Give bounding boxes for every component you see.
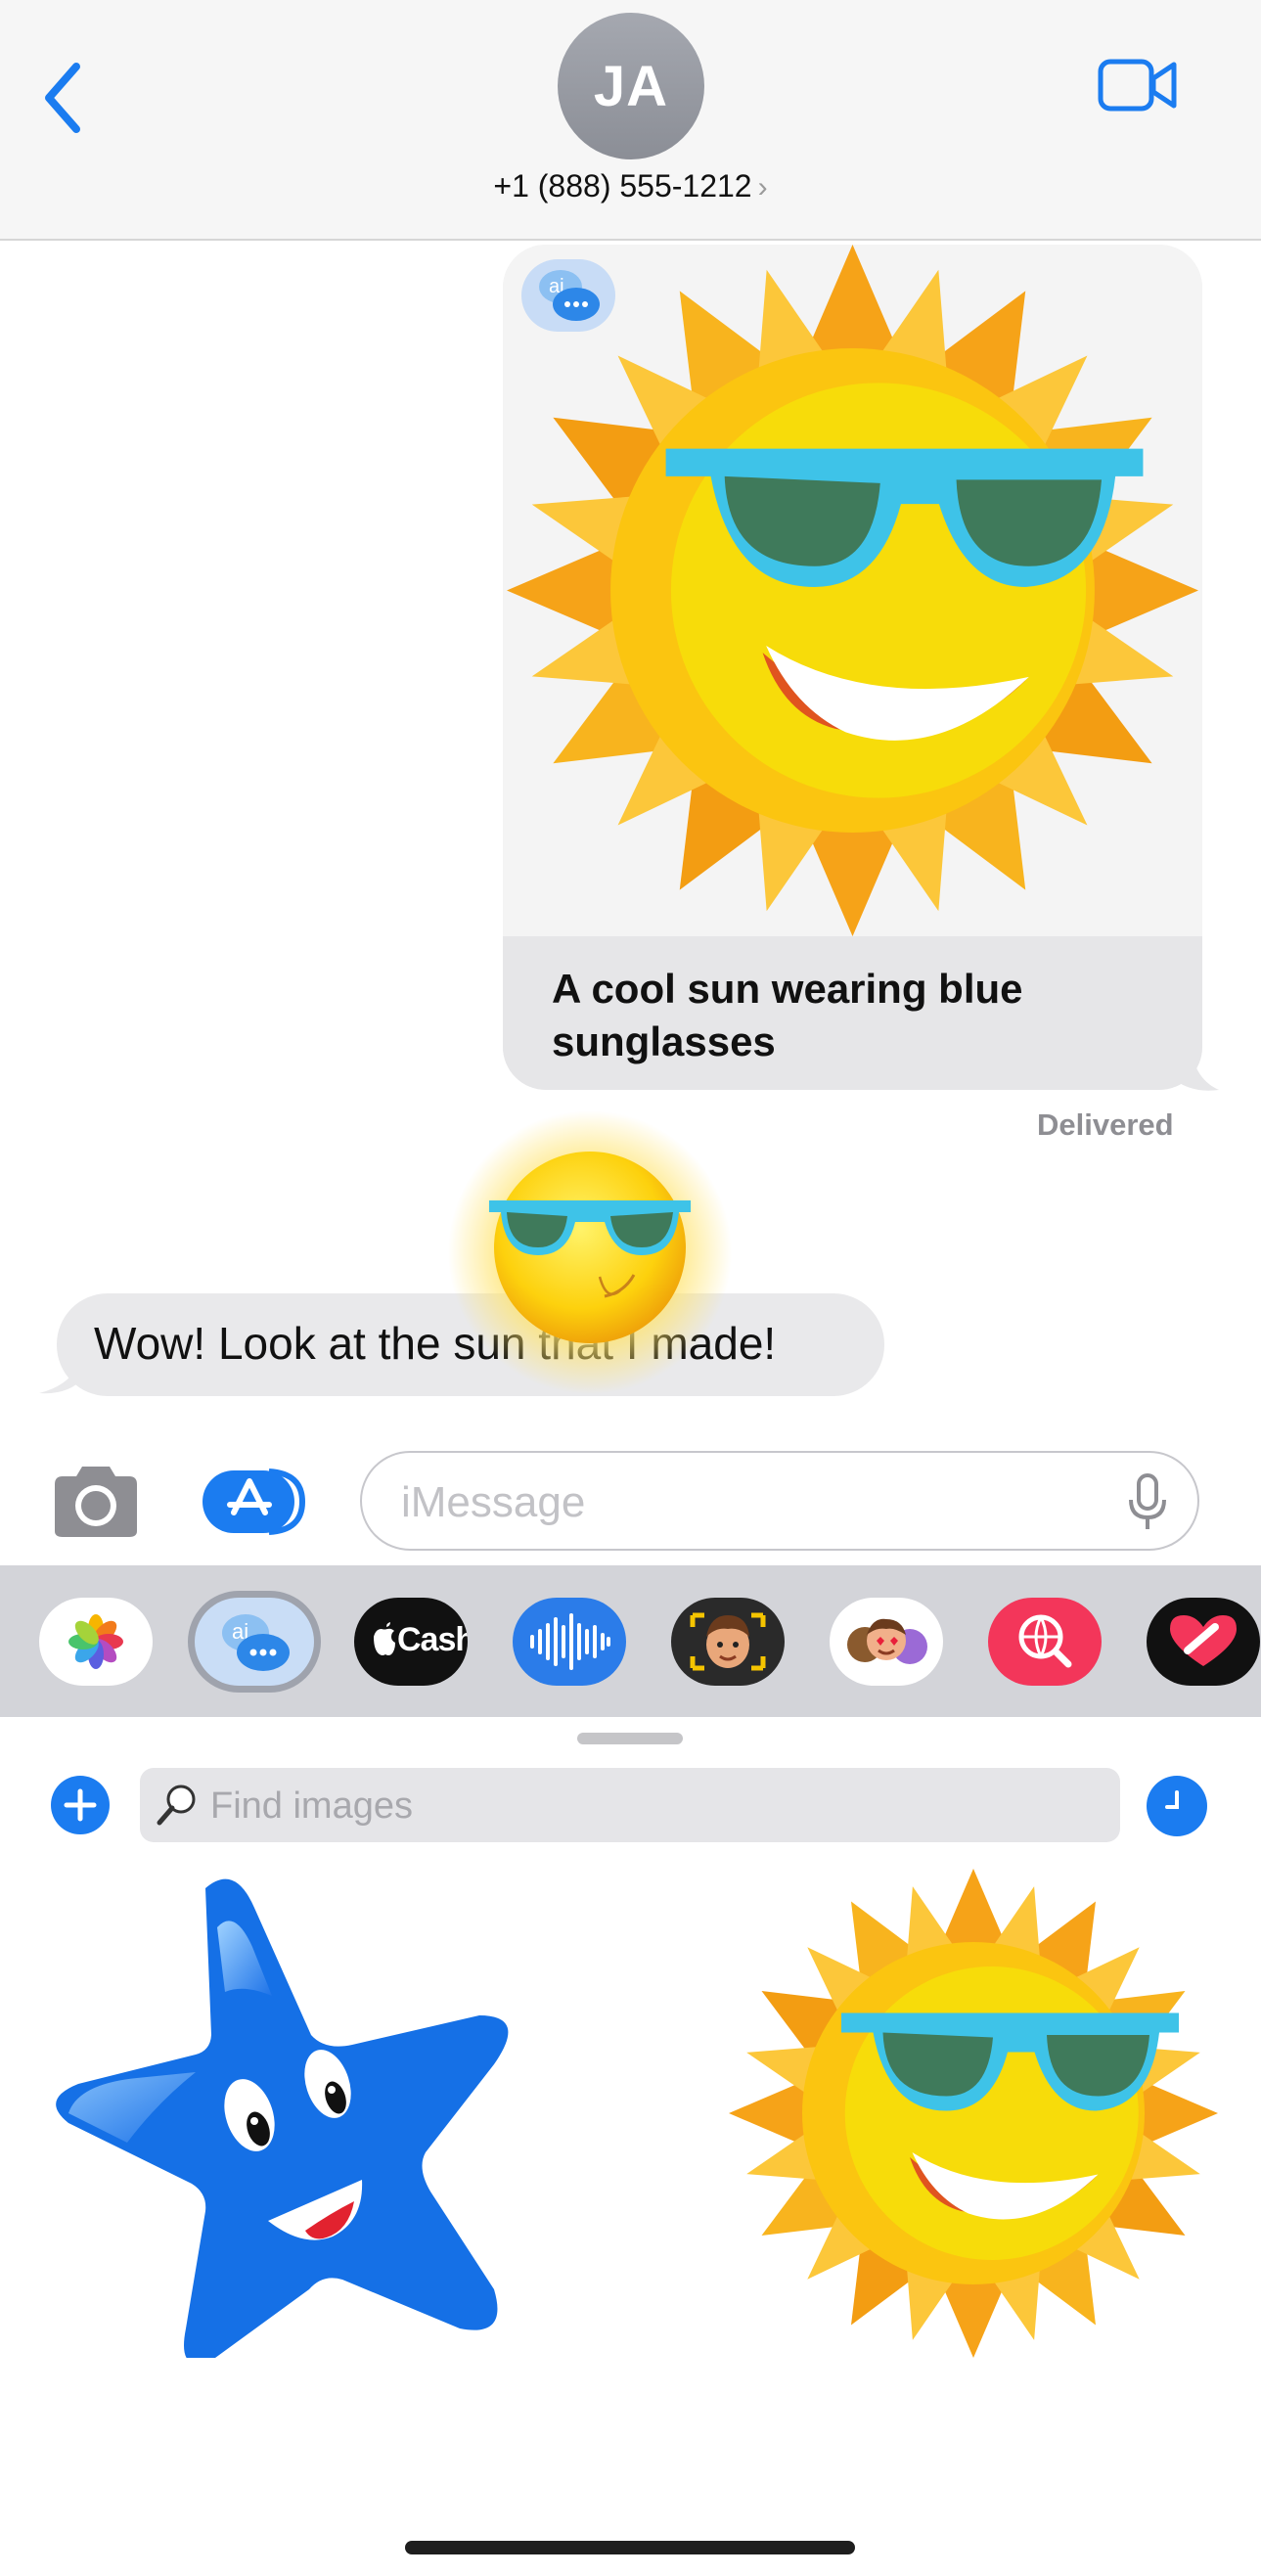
app-drawer: ai Cash xyxy=(0,1565,1261,1717)
video-camera-icon[interactable] xyxy=(1098,57,1178,113)
ai-chat-icon[interactable]: ai xyxy=(188,1591,321,1693)
audio-waveform-icon[interactable] xyxy=(513,1598,626,1686)
find-images-input[interactable] xyxy=(208,1778,1093,1834)
microphone-icon[interactable] xyxy=(1125,1472,1170,1533)
clock-icon[interactable] xyxy=(1147,1776,1207,1836)
ai-chat-icon: ai xyxy=(521,259,615,332)
heart-icon[interactable] xyxy=(1147,1598,1260,1686)
search-icon xyxy=(157,1785,196,1826)
plus-icon[interactable] xyxy=(51,1776,110,1834)
image-caption-box: A cool sun wearing blue sunglasses xyxy=(503,936,1202,1090)
photos-icon[interactable] xyxy=(39,1598,153,1686)
sun-sunglasses-sticker[interactable] xyxy=(729,1869,1218,2358)
delivery-status: Delivered xyxy=(1037,1107,1174,1142)
sent-image-message[interactable]: A cool sun wearing blue sunglasses xyxy=(503,245,1202,1090)
cash-label: Cash xyxy=(397,1621,468,1658)
sun-sunglasses-image xyxy=(503,245,1202,936)
sun-sticker-icon[interactable] xyxy=(438,1110,742,1414)
camera-icon[interactable] xyxy=(49,1463,143,1541)
avatar[interactable]: JA xyxy=(558,13,704,159)
message-input[interactable] xyxy=(399,1474,1088,1531)
bubble-tail xyxy=(1170,1037,1219,1091)
sheet-grabber[interactable] xyxy=(577,1733,683,1744)
memoji-icon[interactable] xyxy=(671,1598,785,1686)
globe-search-icon[interactable] xyxy=(988,1598,1102,1686)
chevron-left-icon[interactable] xyxy=(39,59,88,137)
find-images-field[interactable] xyxy=(140,1768,1120,1842)
message-input-field[interactable] xyxy=(360,1451,1199,1551)
apple-cash-icon[interactable]: Cash xyxy=(354,1598,468,1686)
contact-number: +1 (888) 555-1212 xyxy=(493,168,752,203)
home-indicator xyxy=(405,2541,855,2554)
app-store-icon[interactable] xyxy=(201,1466,310,1538)
memoji-stickers-icon[interactable] xyxy=(830,1598,943,1686)
blue-star-sticker[interactable] xyxy=(49,1869,528,2358)
contact-name[interactable]: +1 (888) 555-1212 › xyxy=(0,168,1261,204)
contact-chevron-icon: › xyxy=(757,171,768,203)
image-caption: A cool sun wearing blue sunglasses xyxy=(552,966,1023,1064)
